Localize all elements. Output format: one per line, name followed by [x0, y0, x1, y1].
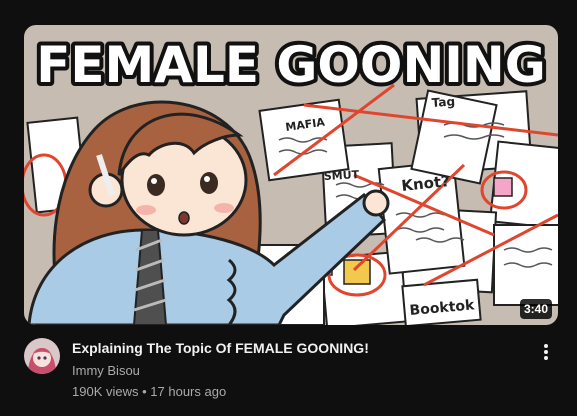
character-mouth	[178, 211, 190, 225]
stats-separator: •	[142, 384, 147, 399]
character-pointing-hand	[362, 189, 390, 217]
video-title[interactable]: Explaining The Topic Of FEMALE GOONING!	[72, 338, 532, 358]
note-label-smut: SMUT	[323, 168, 359, 183]
thumbnail-headline: FEMALE GOONING	[36, 36, 546, 94]
video-card: MAFIA SMUT Knot? Booktok Tag FEMALE GOON…	[0, 0, 577, 416]
more-vert-icon[interactable]	[534, 338, 558, 366]
view-count: 190K views	[72, 384, 139, 399]
note-label-tag: Tag	[431, 94, 455, 110]
channel-name[interactable]: Immy Bisou	[72, 362, 532, 380]
video-stats: 190K views • 17 hours ago	[72, 383, 532, 401]
channel-avatar[interactable]	[24, 338, 60, 374]
upload-age: 17 hours ago	[150, 384, 227, 399]
sticky-note-yellow	[343, 259, 371, 285]
sticky-note-pink	[493, 177, 513, 197]
video-thumbnail[interactable]: MAFIA SMUT Knot? Booktok Tag FEMALE GOON…	[24, 25, 558, 325]
video-metadata: Explaining The Topic Of FEMALE GOONING! …	[24, 338, 558, 408]
thumbnail-illustration: MAFIA SMUT Knot? Booktok Tag FEMALE GOON…	[24, 25, 558, 325]
character-eye-left	[147, 174, 165, 196]
video-duration-badge: 3:40	[519, 299, 552, 319]
character-eye-right	[200, 172, 218, 194]
video-details: Explaining The Topic Of FEMALE GOONING! …	[72, 338, 532, 401]
